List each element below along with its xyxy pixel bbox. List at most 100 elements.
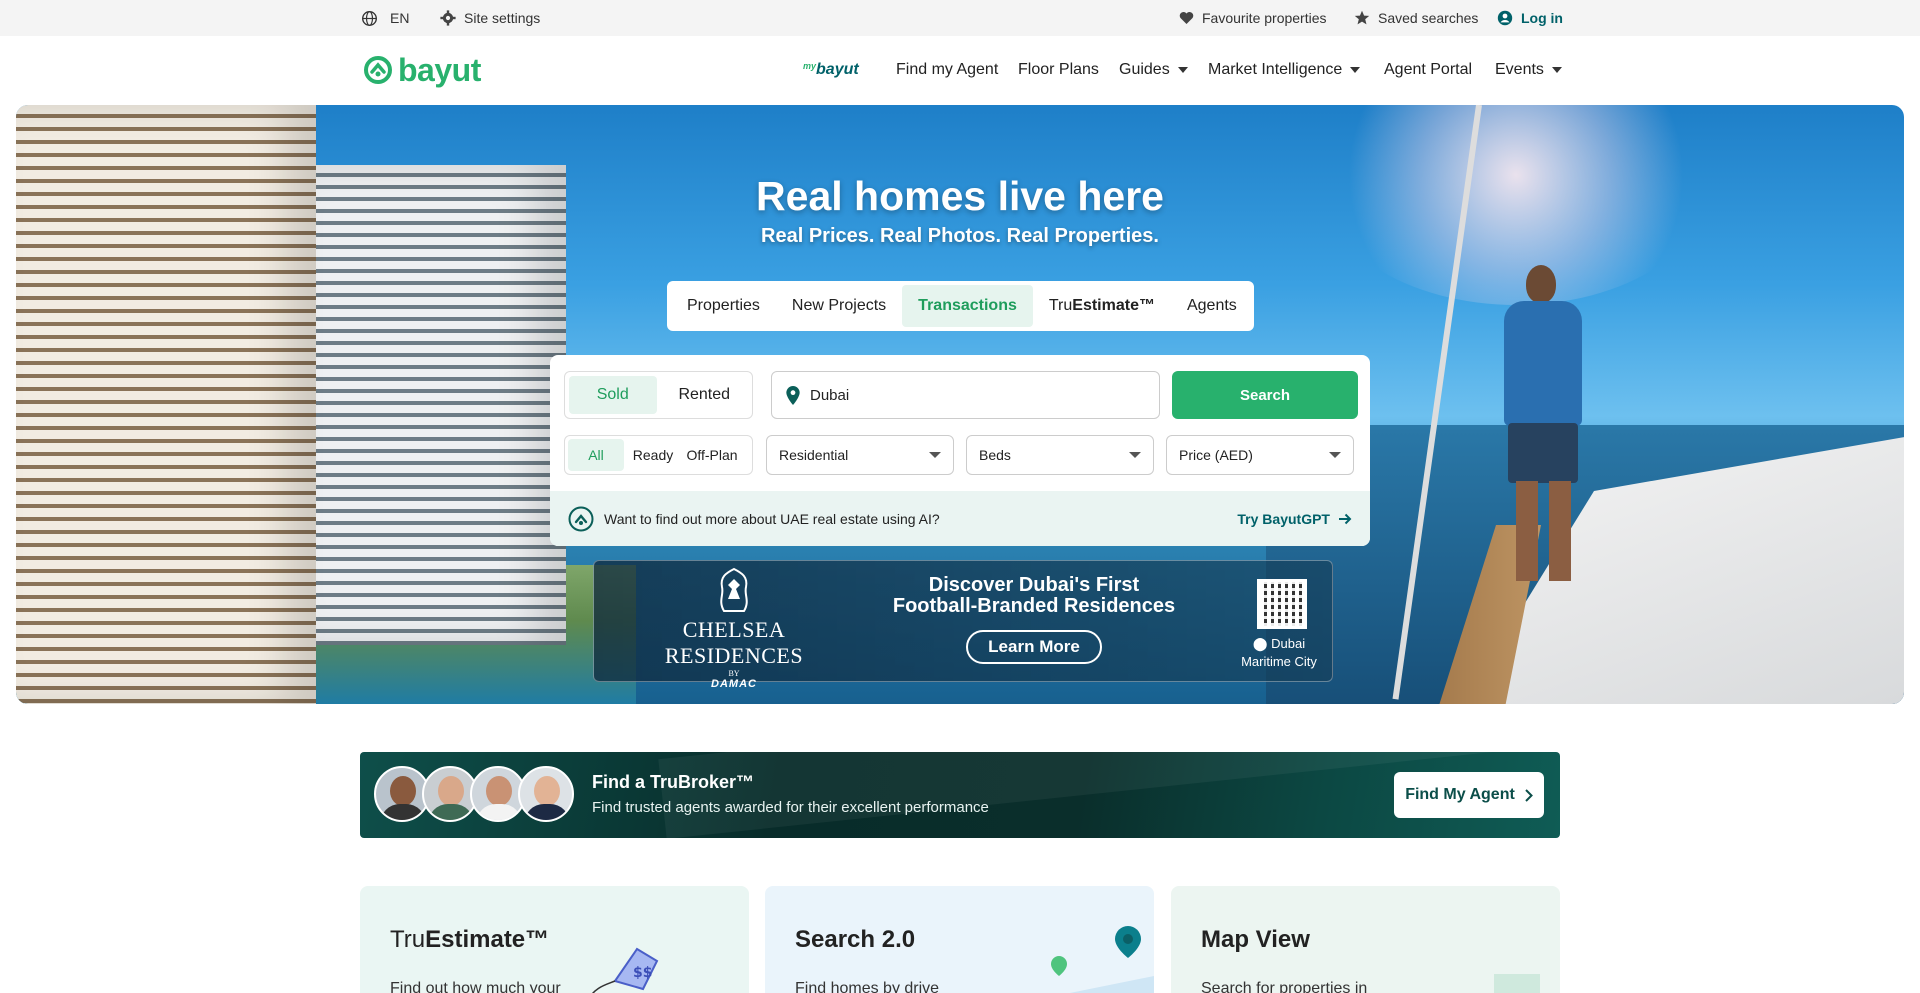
search-button[interactable]: Search: [1172, 371, 1358, 419]
learn-more-button[interactable]: Learn More: [966, 630, 1102, 664]
trubroker-description: Find trusted agents awarded for their ex…: [592, 799, 989, 816]
category-dropdown[interactable]: Residential: [766, 435, 954, 475]
card-title-bold: Search 2.0: [795, 926, 916, 953]
ad-location: ⬤ Dubai Maritime City: [1214, 635, 1344, 671]
lion-crest-icon: [720, 567, 748, 612]
nav-label: Agent Portal: [1384, 61, 1473, 78]
tab-label: Properties: [687, 297, 760, 314]
mybayut-label: bayut: [816, 61, 859, 78]
card-description: Find homes by drive: [795, 980, 940, 993]
nav-label: Events: [1495, 61, 1544, 78]
mybayut-link[interactable]: mybayut: [803, 36, 859, 104]
card-title: Map View: [1201, 926, 1310, 954]
nav-floor-plans[interactable]: Floor Plans: [1018, 36, 1099, 104]
tab-transactions[interactable]: Transactions: [902, 285, 1033, 327]
qr-code: [1257, 579, 1307, 629]
ad-brand-block: CHELSEA RESIDENCES BY DAMAC: [624, 567, 844, 690]
map-pins-illustration: [1051, 926, 1154, 993]
card-title-light: Tru: [390, 926, 426, 953]
chevron-down-icon: [1350, 67, 1361, 73]
price-dropdown[interactable]: Price (AED): [1166, 435, 1354, 475]
saved-searches-link[interactable]: Saved searches: [1354, 0, 1478, 36]
dropdown-value: Price (AED): [1179, 447, 1253, 463]
search-2-card[interactable]: Search 2.0 Find homes by drive: [765, 886, 1154, 993]
ad-cta-label: Learn More: [988, 637, 1080, 656]
bayut-logo[interactable]: bayut: [362, 50, 481, 90]
truestimate-card[interactable]: TruEstimate™ Find out how much your $$: [360, 886, 749, 993]
ad-location-line: Maritime City: [1241, 654, 1317, 669]
chevron-down-icon: [1177, 67, 1188, 73]
ad-brand-by: BY: [728, 669, 740, 678]
favourite-properties-link[interactable]: Favourite properties: [1179, 0, 1327, 36]
button-label: Find My Agent: [1405, 786, 1515, 803]
completion-status-toggle: All Ready Off-Plan: [564, 435, 753, 475]
tab-properties[interactable]: Properties: [671, 285, 776, 327]
nav-label: Find my Agent: [896, 61, 999, 78]
card-description: Search for properties in: [1201, 980, 1368, 993]
chevron-right-icon: [1525, 788, 1533, 802]
ad-headline-line: Discover Dubai's First: [928, 574, 1140, 596]
hero-banner: Real homes live here Real Prices. Real P…: [16, 105, 1904, 704]
ad-headline: Discover Dubai's First Football-Branded …: [884, 575, 1184, 617]
hero-man-figure: [1486, 265, 1606, 585]
ad-location-line: Dubai: [1271, 636, 1306, 651]
site-settings-button[interactable]: Site settings: [440, 0, 540, 36]
login-link[interactable]: Log in: [1497, 0, 1563, 36]
search-type-tabs: Properties New Projects Transactions Tru…: [667, 281, 1254, 331]
search-panel: Sold Rented Dubai Search All Ready Off-P…: [550, 355, 1370, 546]
arrow-right-icon: [1339, 513, 1352, 524]
nav-agent-portal[interactable]: Agent Portal: [1384, 36, 1472, 104]
card-title-bold: Estimate™: [425, 926, 550, 953]
language-label: EN: [390, 10, 410, 26]
chevron-down-icon: [929, 452, 941, 458]
beds-dropdown[interactable]: Beds: [966, 435, 1154, 475]
map-view-card[interactable]: Map View Search for properties in: [1171, 886, 1560, 993]
tab-new-projects[interactable]: New Projects: [776, 285, 902, 327]
map-pin-icon: ⬤: [1252, 636, 1268, 651]
location-value: Dubai: [810, 386, 850, 404]
ad-headline-line: Football-Branded Residences: [892, 595, 1176, 617]
sold-option[interactable]: Sold: [569, 376, 657, 414]
tab-truestimate[interactable]: Tru Estimate™: [1033, 285, 1171, 327]
location-pin-icon: [786, 385, 800, 405]
find-my-agent-button[interactable]: Find My Agent: [1394, 772, 1544, 818]
chevron-down-icon: [1129, 452, 1141, 458]
globe-icon: [362, 10, 377, 26]
nav-label: Guides: [1119, 61, 1170, 78]
main-header: bayut mybayut Find my Agent Floor Plans …: [0, 36, 1920, 104]
tab-label: New Projects: [791, 297, 887, 314]
ad-brand-damac: DAMAC: [711, 678, 757, 690]
ready-option[interactable]: Ready: [628, 439, 678, 471]
tab-label: Agents: [1186, 297, 1237, 314]
search-button-label: Search: [1239, 386, 1291, 404]
login-label: Log in: [1521, 10, 1563, 26]
user-circle-icon: [1497, 10, 1513, 26]
language-selector[interactable]: EN: [361, 0, 409, 36]
card-description: Find out how much your: [390, 980, 561, 993]
try-bayutgpt-link[interactable]: Try BayutGPT: [1237, 511, 1352, 527]
nav-find-my-agent[interactable]: Find my Agent: [896, 36, 998, 104]
bayutgpt-prompt-bar: Want to find out more about UAE real est…: [550, 491, 1370, 546]
bayutgpt-icon: [568, 506, 594, 531]
dropdown-value: Residential: [779, 447, 849, 463]
tab-label: Transactions: [918, 297, 1017, 314]
site-settings-label: Site settings: [464, 10, 541, 26]
svg-text:$$: $$: [633, 965, 652, 981]
rented-option[interactable]: Rented: [661, 376, 749, 414]
location-input[interactable]: Dubai: [771, 371, 1160, 419]
nav-events[interactable]: Events: [1495, 36, 1562, 104]
heart-icon: [1179, 12, 1194, 24]
off-plan-option[interactable]: Off-Plan: [682, 439, 742, 471]
price-tag-icon: $$: [591, 947, 659, 993]
mybayut-prefix: my: [803, 61, 817, 71]
nav-guides[interactable]: Guides: [1119, 36, 1188, 104]
nav-market-intelligence[interactable]: Market Intelligence: [1208, 36, 1361, 104]
chevron-down-icon: [1551, 67, 1562, 73]
all-option[interactable]: All: [568, 439, 624, 471]
avatar: [518, 766, 574, 822]
chelsea-residences-ad[interactable]: CHELSEA RESIDENCES BY DAMAC Discover Dub…: [593, 560, 1333, 690]
tab-agents[interactable]: Agents: [1171, 285, 1253, 327]
chevron-down-icon: [1329, 452, 1341, 458]
favourite-properties-label: Favourite properties: [1202, 10, 1327, 26]
logo-text: bayut: [398, 51, 481, 88]
